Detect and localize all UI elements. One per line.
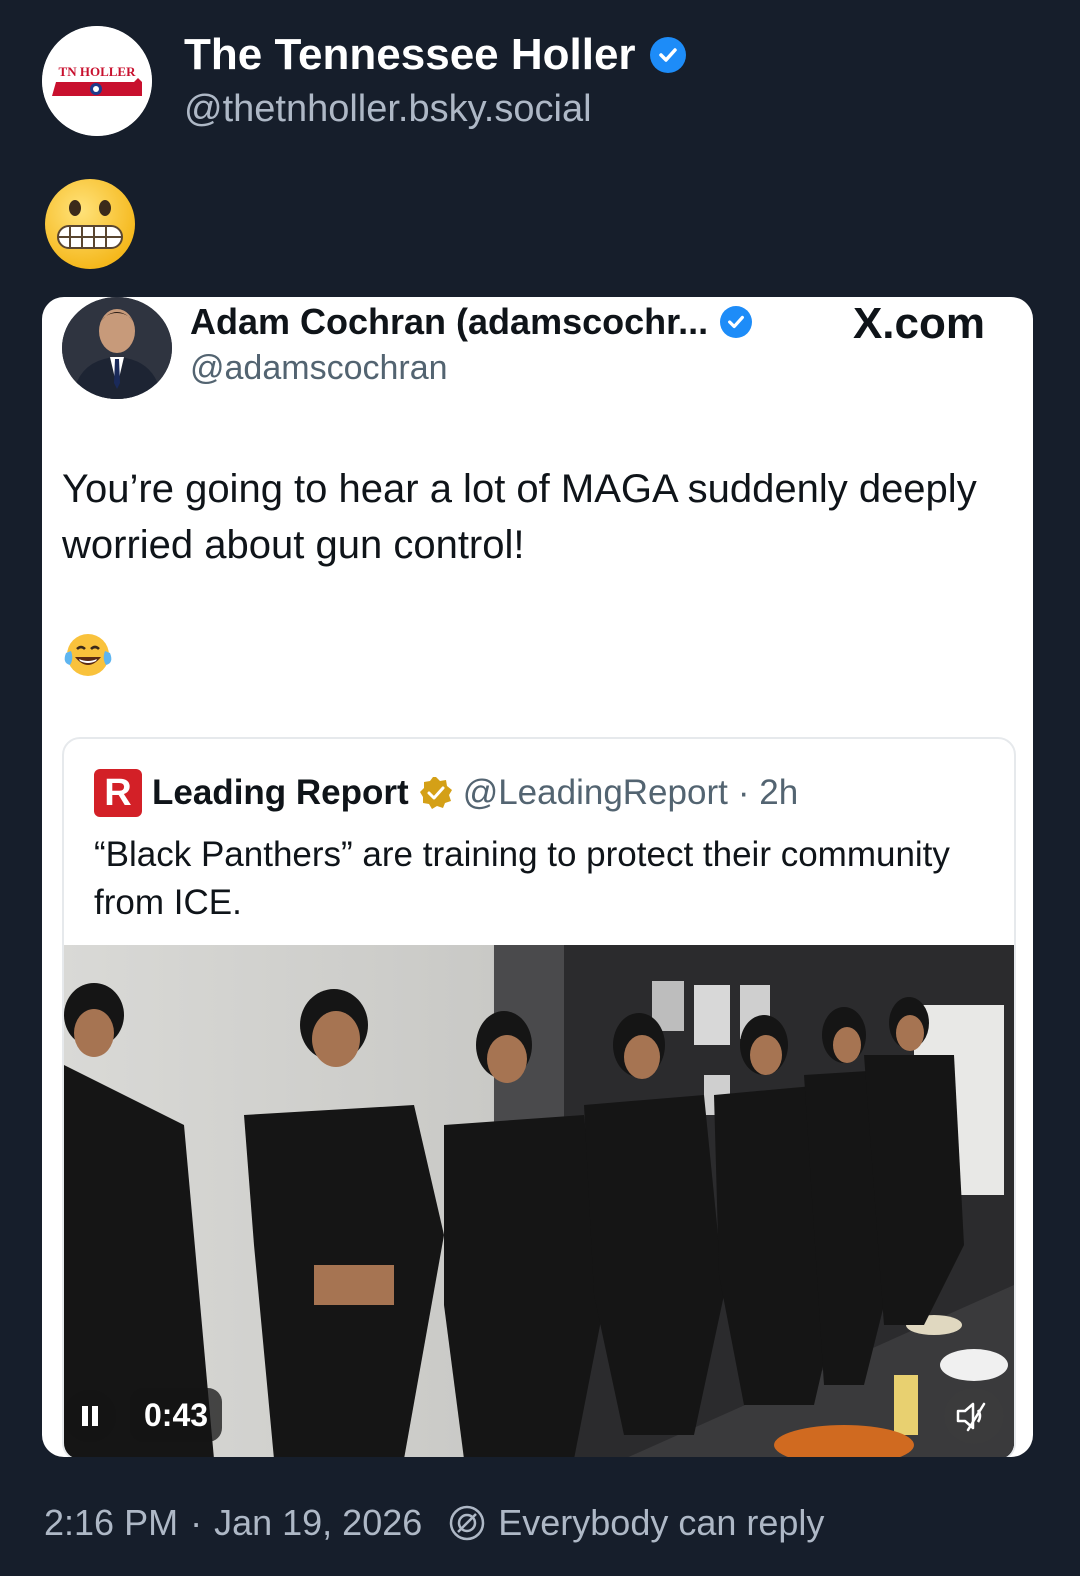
source-label: X.com	[852, 299, 985, 348]
meta-separator: ·	[190, 1502, 203, 1543]
face-with-tears-of-joy-icon	[64, 634, 112, 676]
svg-text:TN HOLLER: TN HOLLER	[59, 64, 137, 79]
verified-icon	[720, 306, 753, 338]
pause-button[interactable]	[64, 1390, 116, 1442]
quoted-tweet: R Leading Report @LeadingReport · 2h “Bl…	[62, 737, 1016, 1457]
pause-icon	[82, 1406, 98, 1426]
author-avatar[interactable]: TN HOLLER	[42, 26, 152, 136]
verified-icon	[649, 37, 686, 73]
reply-setting-label[interactable]: Everybody can reply	[498, 1502, 824, 1544]
grimacing-face-icon	[45, 179, 135, 269]
tweet-author-handle: @adamscochran	[190, 349, 448, 387]
post-date: Jan 19, 2026	[214, 1502, 423, 1543]
unmute-button[interactable]	[944, 1388, 1004, 1444]
author-name-text[interactable]: The Tennessee Holler	[184, 30, 636, 80]
muted-speaker-icon	[956, 1402, 986, 1432]
leading-report-logo: R	[94, 769, 142, 817]
tweet-author-name-text: Adam Cochran (adamscochr...	[190, 301, 709, 342]
tn-holler-logo: TN HOLLER	[42, 26, 152, 136]
reply-setting-icon	[450, 1505, 485, 1541]
gold-verified-icon	[419, 777, 452, 809]
video-duration: 0:43	[130, 1388, 223, 1442]
post-time: 2:16 PM	[44, 1502, 179, 1543]
tweet-text: You’re going to hear a lot of MAGA sudde…	[62, 467, 977, 567]
author-handle[interactable]: @thetnholler.bsky.social	[184, 88, 592, 131]
quoted-tweet-text: “Black Panthers” are training to protect…	[94, 835, 950, 922]
post-meta: 2:16 PM · Jan 19, 2026 Everybody can rep…	[44, 1502, 824, 1544]
quoted-time: · 2h	[737, 773, 799, 812]
quoted-author-name: Leading Report	[152, 773, 409, 812]
tweet-author-avatar	[62, 297, 172, 399]
video-frame	[64, 945, 1014, 1457]
embedded-image[interactable]: Adam Cochran (adamscochr... @adamscochra…	[42, 297, 1033, 1457]
author-name[interactable]: The Tennessee Holler	[184, 30, 686, 80]
tweet-author-name: Adam Cochran (adamscochr...	[190, 301, 753, 343]
quoted-author-handle: @LeadingReport	[462, 773, 728, 812]
video-player[interactable]: 0:43	[64, 945, 1014, 1457]
quoted-tweet-header: R Leading Report @LeadingReport · 2h	[94, 769, 798, 817]
